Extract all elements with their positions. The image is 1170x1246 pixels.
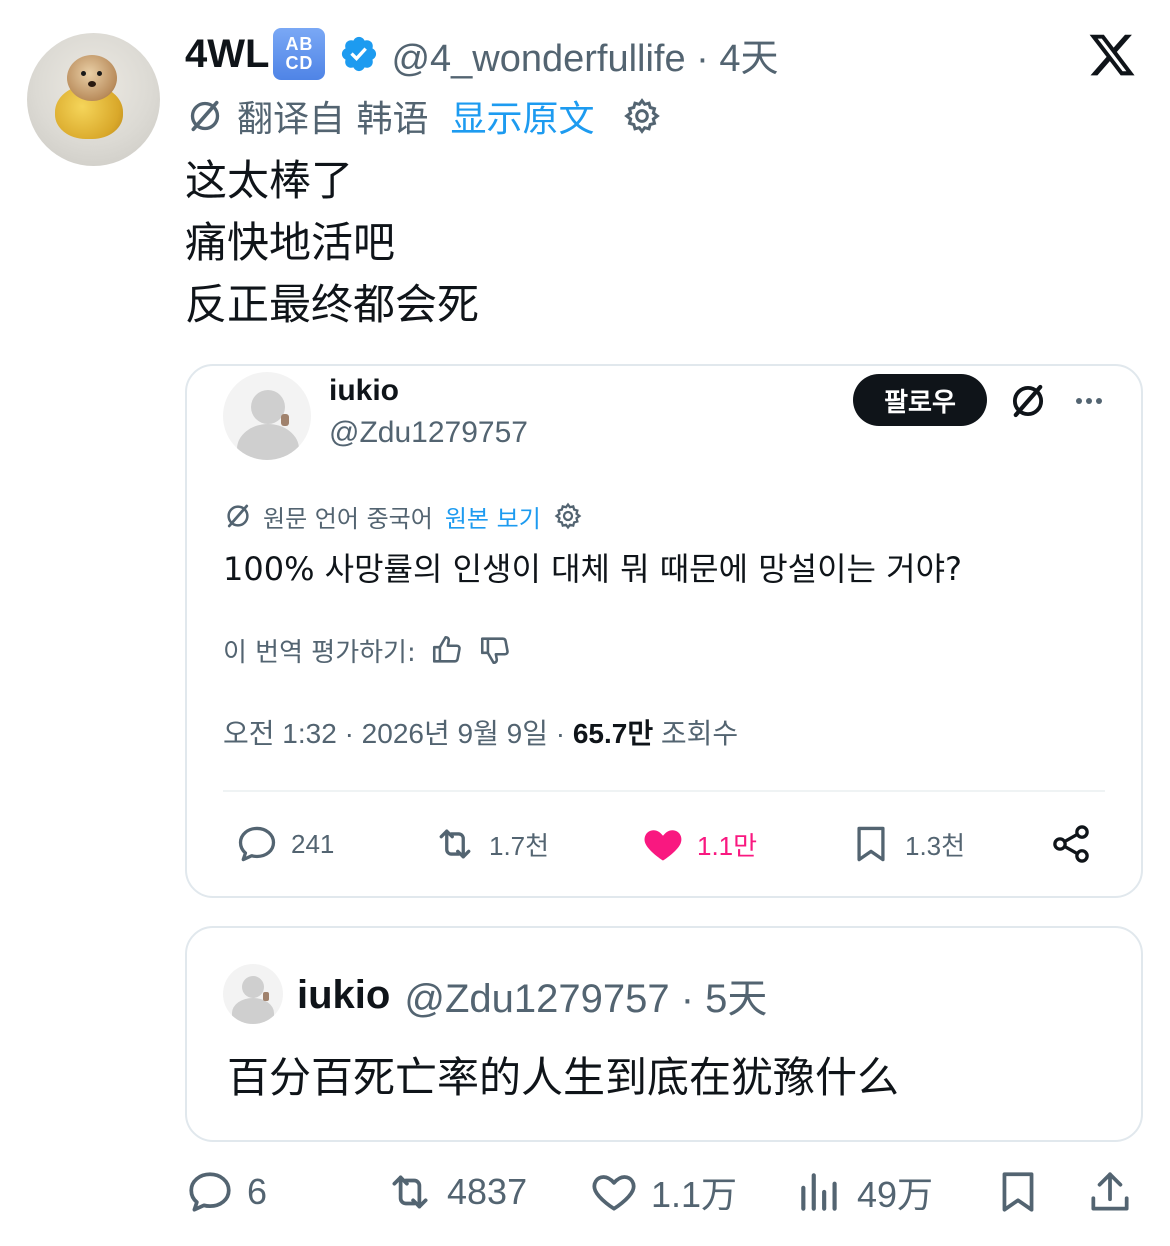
quoted-author-avatar[interactable] [223, 372, 311, 460]
repost-button[interactable]: 4837 [385, 1164, 527, 1220]
follow-button[interactable]: 팔로우 [853, 374, 987, 426]
author-handle-time[interactable]: @4_wonderfullife · 4天 [391, 27, 778, 82]
thumbs-down-icon[interactable] [478, 633, 512, 667]
bookmark-icon [857, 826, 885, 862]
bookmark-button[interactable] [993, 1164, 1055, 1220]
embedded-post-text: 百分百死亡率的人生到底在犹豫什么 [227, 1053, 900, 1102]
reply-icon [238, 826, 276, 862]
translate-slash-icon [190, 100, 220, 132]
heart-filled-icon [644, 830, 682, 861]
like-button[interactable]: 1.1万 [589, 1164, 737, 1220]
post-line: 反正最终都会死 [185, 280, 480, 329]
gear-icon[interactable] [622, 96, 662, 136]
show-original-link[interactable]: 显示原文 [450, 90, 594, 142]
quoted-post-meta: 오전 1:32 · 2026년 9월 9일 · 65.7만 조회수 [223, 712, 738, 752]
quoted-reply-button[interactable]: 241 [235, 818, 334, 870]
verified-badge-icon [342, 36, 377, 72]
quoted-post-text: 100% 사망률의 인생이 대체 뭐 때문에 망설이는 거야? [223, 550, 963, 588]
quoted-translation-label: 원문 언어 중국어 [263, 504, 433, 533]
more-options-icon[interactable] [1071, 386, 1107, 416]
gear-icon[interactable] [553, 501, 583, 531]
embedded-author-name[interactable]: iukio [297, 973, 390, 1018]
author-avatar[interactable] [27, 33, 160, 166]
repost-icon [439, 829, 471, 859]
post-action-bar: 6 4837 1.1万 49万 [185, 1164, 1139, 1220]
embedded-author-header: iukio @Zdu1279757 · 5天 [297, 970, 767, 1022]
post-line: 痛快地活吧 [185, 218, 396, 267]
abcd-emoji-icon: AB CD [273, 28, 326, 80]
bookmark-icon [1002, 1172, 1034, 1212]
reply-icon [189, 1172, 231, 1212]
post-line: 这太棒了 [185, 156, 354, 205]
embedded-author-handle-time[interactable]: @Zdu1279757 · 5天 [404, 966, 767, 1024]
quoted-action-bar: 241 1.7천 1.1만 1.3천 [223, 818, 1103, 870]
quoted-repost-button[interactable]: 1.7천 [433, 818, 549, 870]
quoted-author-handle[interactable]: @Zdu1279757 [329, 416, 528, 450]
quoted-post-views-count: 65.7만 [572, 718, 654, 749]
views-chart-icon [801, 1173, 837, 1211]
post-text: 这太棒了 痛快地活吧 反正最终都会死 [185, 150, 479, 336]
translation-label: 翻译自 韩语 [237, 99, 429, 140]
author-header: 4WL AB CD @4_wonderfullife · 4天 [185, 26, 779, 82]
embedded-author-avatar[interactable] [223, 964, 283, 1024]
translate-slash-icon[interactable] [1007, 380, 1049, 422]
repost-icon [392, 1175, 428, 1209]
embedded-quote-card[interactable]: iukio @Zdu1279757 · 5天 百分百死亡率的人生到底在犹豫什么 [185, 926, 1143, 1142]
author-display-name[interactable]: 4WL [185, 32, 269, 77]
quoted-translation-notice: 원문 언어 중국어 원본 보기 [223, 496, 583, 536]
rate-translation-label: 이 번역 평가하기: [223, 637, 416, 668]
divider [223, 790, 1105, 792]
translation-notice: 翻译自 韩语 显示原文 [185, 90, 662, 142]
quoted-post-card[interactable]: iukio @Zdu1279757 팔로우 원문 언어 중국어 원본 보기 10… [185, 364, 1143, 898]
views-button[interactable]: 49万 [795, 1164, 933, 1220]
quoted-share-button[interactable] [1049, 818, 1105, 870]
share-button[interactable] [1085, 1164, 1147, 1220]
thumbs-up-icon[interactable] [430, 633, 464, 667]
translate-slash-icon [227, 504, 249, 528]
rate-translation: 이 번역 평가하기: [223, 628, 512, 672]
quoted-post-views-label: 조회수 [653, 718, 739, 749]
share-icon [1053, 825, 1089, 863]
share-upload-icon [1091, 1172, 1129, 1211]
quoted-like-button[interactable]: 1.1만 [641, 818, 757, 870]
quoted-show-original-link[interactable]: 원본 보기 [445, 499, 541, 534]
quoted-author-name[interactable]: iukio [329, 374, 399, 408]
heart-icon [592, 1175, 636, 1211]
quoted-post-timestamp[interactable]: 오전 1:32 · 2026년 9월 9일 · [223, 718, 573, 749]
x-logo-icon [1089, 34, 1135, 76]
reply-button[interactable]: 6 [185, 1164, 267, 1220]
quoted-bookmark-button[interactable]: 1.3천 [849, 818, 965, 870]
